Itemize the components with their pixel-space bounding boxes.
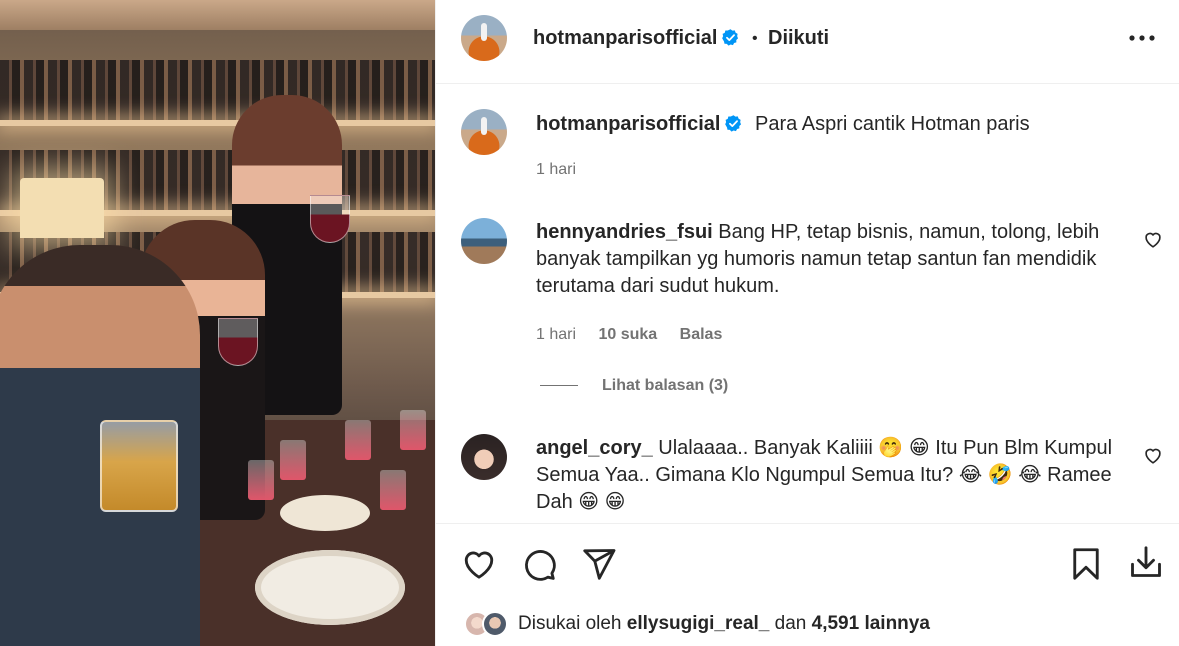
- author-username-text[interactable]: hotmanparisofficial: [533, 27, 717, 49]
- caption: hotmanparisofficial Para Aspri cantik Ho…: [536, 111, 1136, 138]
- comment: angel_cory_ Ulalaaaa.. Banyak Kaliiii 🤭 …: [536, 435, 1136, 516]
- drink-glass: [380, 470, 406, 510]
- post-header: hotmanparisofficial • Diikuti: [436, 0, 1179, 84]
- drink-glass: [280, 440, 306, 480]
- comment-likes-count[interactable]: 10 suka: [598, 326, 657, 343]
- comment-meta: 1 hari 10 suka Balas: [536, 326, 740, 344]
- comment-username[interactable]: angel_cory_: [536, 437, 653, 459]
- comment-icon[interactable]: [521, 546, 557, 582]
- drink-glass: [400, 410, 426, 450]
- likes-count[interactable]: 4,591 lainnya: [812, 613, 930, 635]
- verified-badge-icon: [722, 29, 739, 46]
- table-lamp: [20, 178, 104, 238]
- more-horizontal-icon[interactable]: [1126, 28, 1158, 48]
- separator-dot: •: [752, 30, 758, 47]
- comment: hennyandries_fsui Bang HP, tetap bisnis,…: [536, 219, 1136, 300]
- heart-icon[interactable]: [461, 546, 497, 582]
- caption-time[interactable]: 1 hari: [536, 161, 576, 178]
- avatar[interactable]: [461, 15, 507, 61]
- reply-button[interactable]: Balas: [680, 326, 723, 343]
- caption-avatar[interactable]: [461, 109, 507, 155]
- wine-glass: [310, 195, 350, 243]
- bookmark-icon[interactable]: [1068, 546, 1104, 582]
- likes-summary: Disukai oleh ellysugigi_real_ dan 4,591 …: [464, 608, 930, 640]
- replies-divider-line: [540, 385, 578, 387]
- caption-meta: 1 hari: [536, 161, 594, 179]
- commenter-avatar[interactable]: [461, 218, 507, 264]
- comment-like-heart-icon[interactable]: [1142, 228, 1164, 250]
- ceiling-light: [0, 0, 435, 30]
- comment-username[interactable]: hennyandries_fsui: [536, 221, 713, 243]
- wine-shelf-row: [0, 60, 435, 122]
- drink-glass: [248, 460, 274, 500]
- post-photo[interactable]: [0, 0, 435, 646]
- caption-username[interactable]: hotmanparisofficial: [536, 113, 720, 135]
- comment-like-heart-icon[interactable]: [1142, 444, 1164, 466]
- commenter-avatar[interactable]: [461, 434, 507, 480]
- view-replies-button[interactable]: Lihat balasan (3): [540, 377, 728, 395]
- plate: [280, 495, 370, 531]
- liker-avatar[interactable]: [482, 611, 508, 637]
- shelf-light: [0, 120, 435, 126]
- likes-conjunction: dan: [774, 613, 807, 634]
- author-username[interactable]: hotmanparisofficial: [533, 27, 740, 50]
- plate: [255, 550, 405, 625]
- likes-prefix: Disukai oleh: [518, 613, 622, 634]
- share-icon[interactable]: [581, 546, 617, 582]
- action-bar: [436, 523, 1179, 603]
- comment-time[interactable]: 1 hari: [536, 326, 576, 343]
- caption-text: Para Aspri cantik Hotman paris: [755, 113, 1030, 135]
- drink-glass: [345, 420, 371, 460]
- following-button[interactable]: Diikuti: [768, 27, 829, 50]
- liker-username[interactable]: ellysugigi_real_: [627, 613, 770, 635]
- verified-badge-icon: [725, 115, 742, 132]
- wine-glass: [218, 318, 258, 366]
- post-details-panel: hotmanparisofficial • Diikuti hotmanpari…: [435, 0, 1179, 646]
- beer-mug: [100, 420, 178, 512]
- download-icon[interactable]: [1128, 544, 1164, 580]
- view-replies-label[interactable]: Lihat balasan (3): [602, 377, 728, 394]
